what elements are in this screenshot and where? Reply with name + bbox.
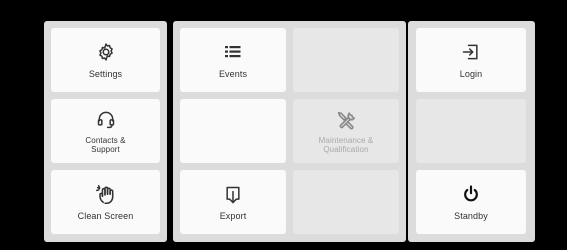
power-icon [461,184,481,206]
empty-tile [293,170,399,234]
right-panel: Login Standby [408,21,535,242]
clean-screen-button[interactable]: Clean Screen [51,170,160,234]
maintenance-qualification-label: Maintenance & Qualification [318,135,374,154]
export-icon [223,184,243,206]
clean-screen-label: Clean Screen [77,210,134,221]
blank-tile [180,99,286,163]
settings-button[interactable]: Settings [51,28,160,92]
standby-button[interactable]: Standby [416,170,526,234]
contacts-support-button[interactable]: Contacts & Support [51,99,160,163]
standby-label: Standby [454,210,488,221]
headset-icon [96,109,116,131]
events-label: Events [218,68,248,79]
empty-tile [293,28,399,92]
export-label: Export [219,210,247,221]
empty-tile [416,99,526,163]
login-label: Login [459,68,483,79]
login-button[interactable]: Login [416,28,526,92]
contacts-support-label: Contacts & Support [85,135,126,154]
left-panel: Settings Contacts & Support Clean Screen [44,21,167,242]
gear-icon [96,42,116,64]
hand-touch-icon [94,184,118,206]
export-button[interactable]: Export [180,170,286,234]
settings-label: Settings [88,68,123,79]
list-icon [224,42,242,64]
middle-panel: Events Maintenance & Qualification Expor… [173,21,406,242]
events-button[interactable]: Events [180,28,286,92]
login-icon [461,42,481,64]
maintenance-qualification-button[interactable]: Maintenance & Qualification [293,99,399,163]
tools-icon [335,109,357,131]
